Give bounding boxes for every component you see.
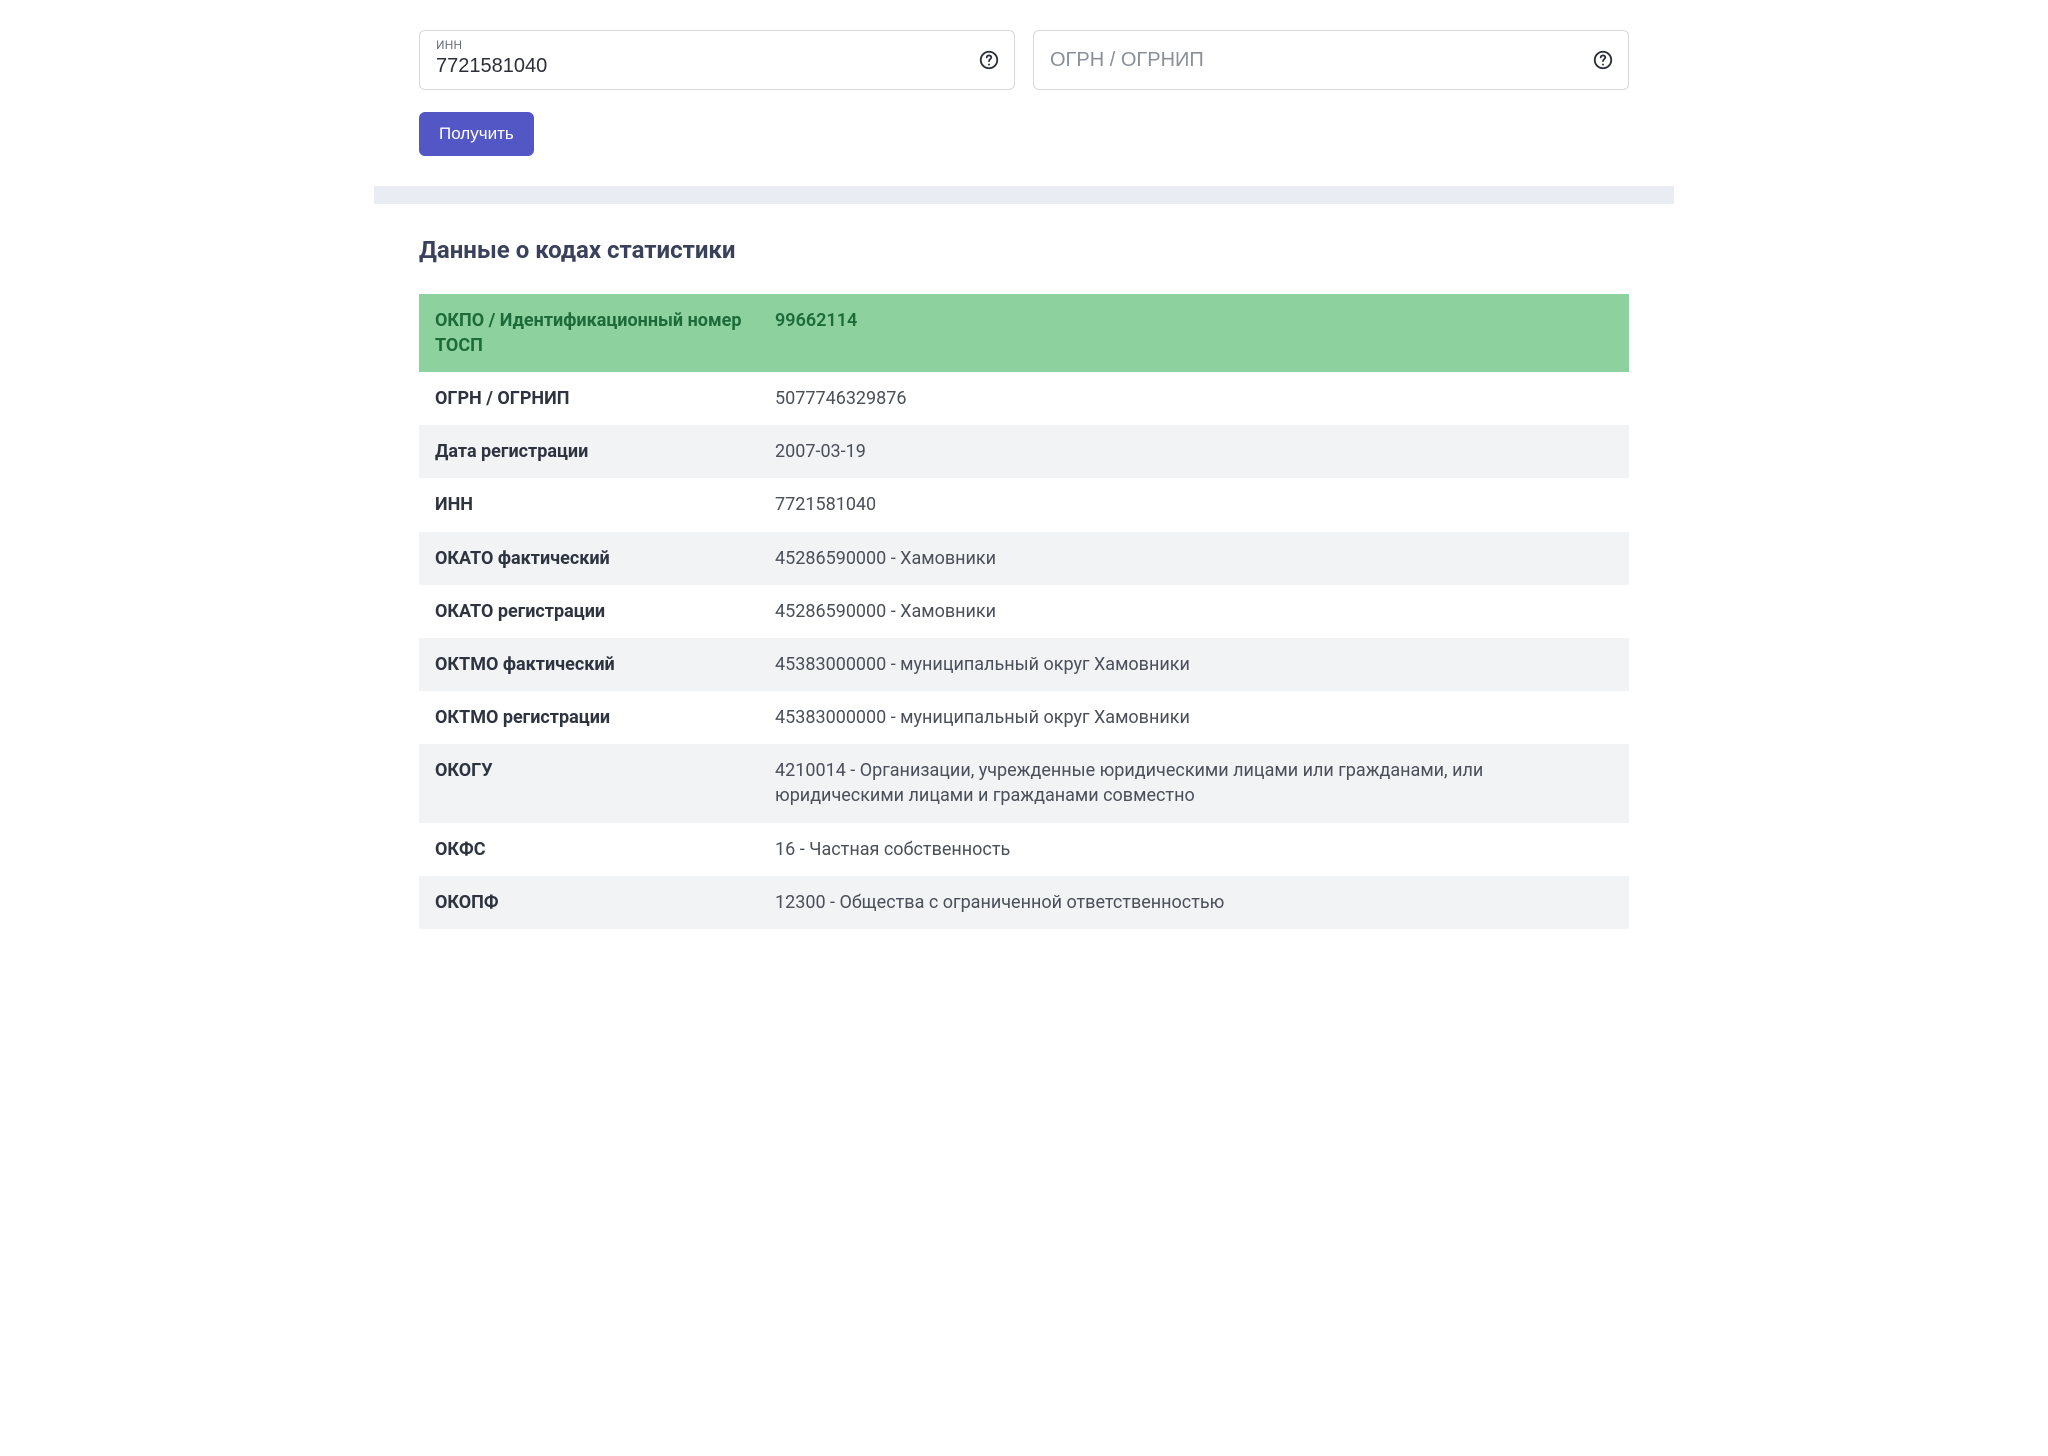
- ogrn-field-wrap: [1033, 30, 1629, 90]
- row-value: 45286590000 - Хамовники: [759, 585, 1629, 638]
- results-section: Данные о кодах статистики ОКПО / Идентиф…: [374, 204, 1674, 969]
- help-icon[interactable]: [978, 49, 1000, 71]
- table-row: ОГРН / ОГРНИП5077746329876: [419, 372, 1629, 425]
- row-label: ОКТМО фактический: [419, 638, 759, 691]
- results-title: Данные о кодах статистики: [419, 234, 1629, 268]
- submit-button[interactable]: Получить: [419, 112, 534, 156]
- row-label: ОГРН / ОГРНИП: [419, 372, 759, 425]
- table-row: ИНН7721581040: [419, 478, 1629, 531]
- stats-table: ОКПО / Идентификационный номер ТОСП99662…: [419, 294, 1629, 929]
- row-label: ОКАТО фактический: [419, 532, 759, 585]
- section-divider: [374, 186, 1674, 204]
- search-form: ИНН: [374, 30, 1674, 186]
- row-value: 2007-03-19: [759, 425, 1629, 478]
- table-row: ОКФС16 - Частная собственность: [419, 823, 1629, 876]
- inn-input[interactable]: [436, 55, 966, 78]
- row-value: 5077746329876: [759, 372, 1629, 425]
- row-value: 45383000000 - муниципальный округ Хамовн…: [759, 638, 1629, 691]
- row-value: 45286590000 - Хамовники: [759, 532, 1629, 585]
- table-row: Дата регистрации2007-03-19: [419, 425, 1629, 478]
- table-row: ОКПО / Идентификационный номер ТОСП99662…: [419, 294, 1629, 372]
- row-value: 16 - Частная собственность: [759, 823, 1629, 876]
- row-label: ОКТМО регистрации: [419, 691, 759, 744]
- row-label: ОКФС: [419, 823, 759, 876]
- row-label: Дата регистрации: [419, 425, 759, 478]
- row-value: 45383000000 - муниципальный округ Хамовн…: [759, 691, 1629, 744]
- row-label: ОКОГУ: [419, 744, 759, 822]
- row-label: ОКПО / Идентификационный номер ТОСП: [419, 294, 759, 372]
- inn-field-wrap: ИНН: [419, 30, 1015, 90]
- row-value: 99662114: [759, 294, 1629, 372]
- table-row: ОКТМО фактический45383000000 - муниципал…: [419, 638, 1629, 691]
- table-row: ОКОГУ4210014 - Организации, учрежденные …: [419, 744, 1629, 822]
- help-icon[interactable]: [1592, 49, 1614, 71]
- ogrn-input[interactable]: [1050, 49, 1580, 72]
- inn-label: ИНН: [436, 37, 462, 54]
- table-row: ОКАТО фактический45286590000 - Хамовники: [419, 532, 1629, 585]
- row-label: ОКОПФ: [419, 876, 759, 929]
- table-row: ОКТМО регистрации45383000000 - муниципал…: [419, 691, 1629, 744]
- table-row: ОКАТО регистрации45286590000 - Хамовники: [419, 585, 1629, 638]
- row-label: ИНН: [419, 478, 759, 531]
- row-value: 4210014 - Организации, учрежденные юриди…: [759, 744, 1629, 822]
- row-value: 12300 - Общества с ограниченной ответств…: [759, 876, 1629, 929]
- table-row: ОКОПФ12300 - Общества с ограниченной отв…: [419, 876, 1629, 929]
- row-value: 7721581040: [759, 478, 1629, 531]
- row-label: ОКАТО регистрации: [419, 585, 759, 638]
